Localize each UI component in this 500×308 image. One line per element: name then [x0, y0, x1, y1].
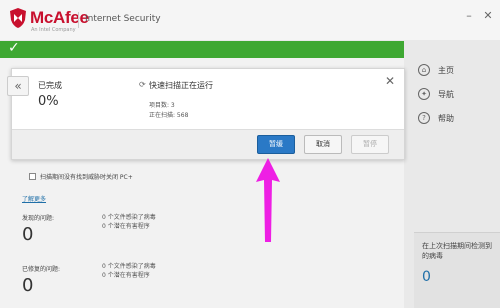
stop-button[interactable]: 暂停 [351, 135, 389, 154]
fixed-infected-files: 0 个文件感染了病毒 [102, 263, 156, 270]
side-nav: ⌂ 主页 ✦ 导航 ? 帮助 [418, 58, 500, 130]
compass-icon: ✦ [418, 88, 430, 100]
nav-item-help[interactable]: ? 帮助 [418, 106, 500, 130]
found-issues-count: 0 [22, 224, 34, 245]
learn-more-link[interactable]: 了解更多 [22, 194, 46, 203]
progress-percent: 0% [38, 94, 59, 109]
title-separator [78, 12, 79, 28]
dialog-footer [12, 129, 404, 159]
info-label: 在上次扫描期间检测到的病毒 [422, 242, 492, 260]
shutdown-checkbox-label: 扫描期间没有找到威胁时关闭 PC+ [40, 174, 133, 181]
info-value: 0 [422, 269, 431, 285]
scan-title: 快速扫描正在运行 [149, 81, 213, 90]
annotation-arrow-icon [256, 158, 280, 242]
help-icon: ? [418, 112, 430, 124]
close-icon[interactable]: ✕ [385, 74, 395, 88]
mcafee-shield-icon [10, 8, 26, 28]
back-button[interactable]: « [7, 76, 29, 96]
brand-name: McAfee [30, 8, 89, 27]
nav-item-label: 帮助 [438, 113, 454, 123]
fixed-issues-label: 已修复的问题: [22, 266, 61, 273]
pause-button[interactable]: 暂缓 [257, 135, 295, 154]
found-infected-files: 0 个文件感染了病毒 [102, 214, 156, 221]
items-scanned: 项目数: 3 [149, 102, 175, 109]
check-icon: ✓ [8, 40, 20, 56]
spinner-icon: ⟳ [139, 80, 146, 89]
product-name: Internet Security [85, 14, 161, 24]
protection-status-bar: ✓ [0, 40, 404, 58]
cancel-button[interactable]: 取消 [304, 135, 342, 154]
nav-item-navigation[interactable]: ✦ 导航 [418, 82, 500, 106]
fixed-issues-count: 0 [22, 275, 34, 296]
close-window-icon[interactable]: ✕ [482, 10, 494, 22]
scanning-count: 正在扫描: 568 [149, 112, 189, 119]
fixed-pup: 0 个潜在有害程序 [102, 272, 150, 279]
nav-item-label: 主页 [438, 65, 454, 75]
minimize-icon[interactable]: – [463, 10, 475, 22]
home-icon: ⌂ [418, 64, 430, 76]
found-pup: 0 个潜在有害程序 [102, 223, 150, 230]
found-issues-label: 发现的问题: [22, 215, 55, 222]
nav-item-label: 导航 [438, 89, 454, 99]
shutdown-checkbox[interactable] [29, 173, 36, 180]
title-bar: McAfee An Intel Company Internet Securit… [0, 0, 500, 40]
virus-info-panel: 在上次扫描期间检测到的病毒 0 [414, 232, 500, 308]
brand-subtitle: An Intel Company [31, 27, 76, 33]
nav-item-home[interactable]: ⌂ 主页 [418, 58, 500, 82]
completed-label: 已完成 [38, 81, 62, 90]
